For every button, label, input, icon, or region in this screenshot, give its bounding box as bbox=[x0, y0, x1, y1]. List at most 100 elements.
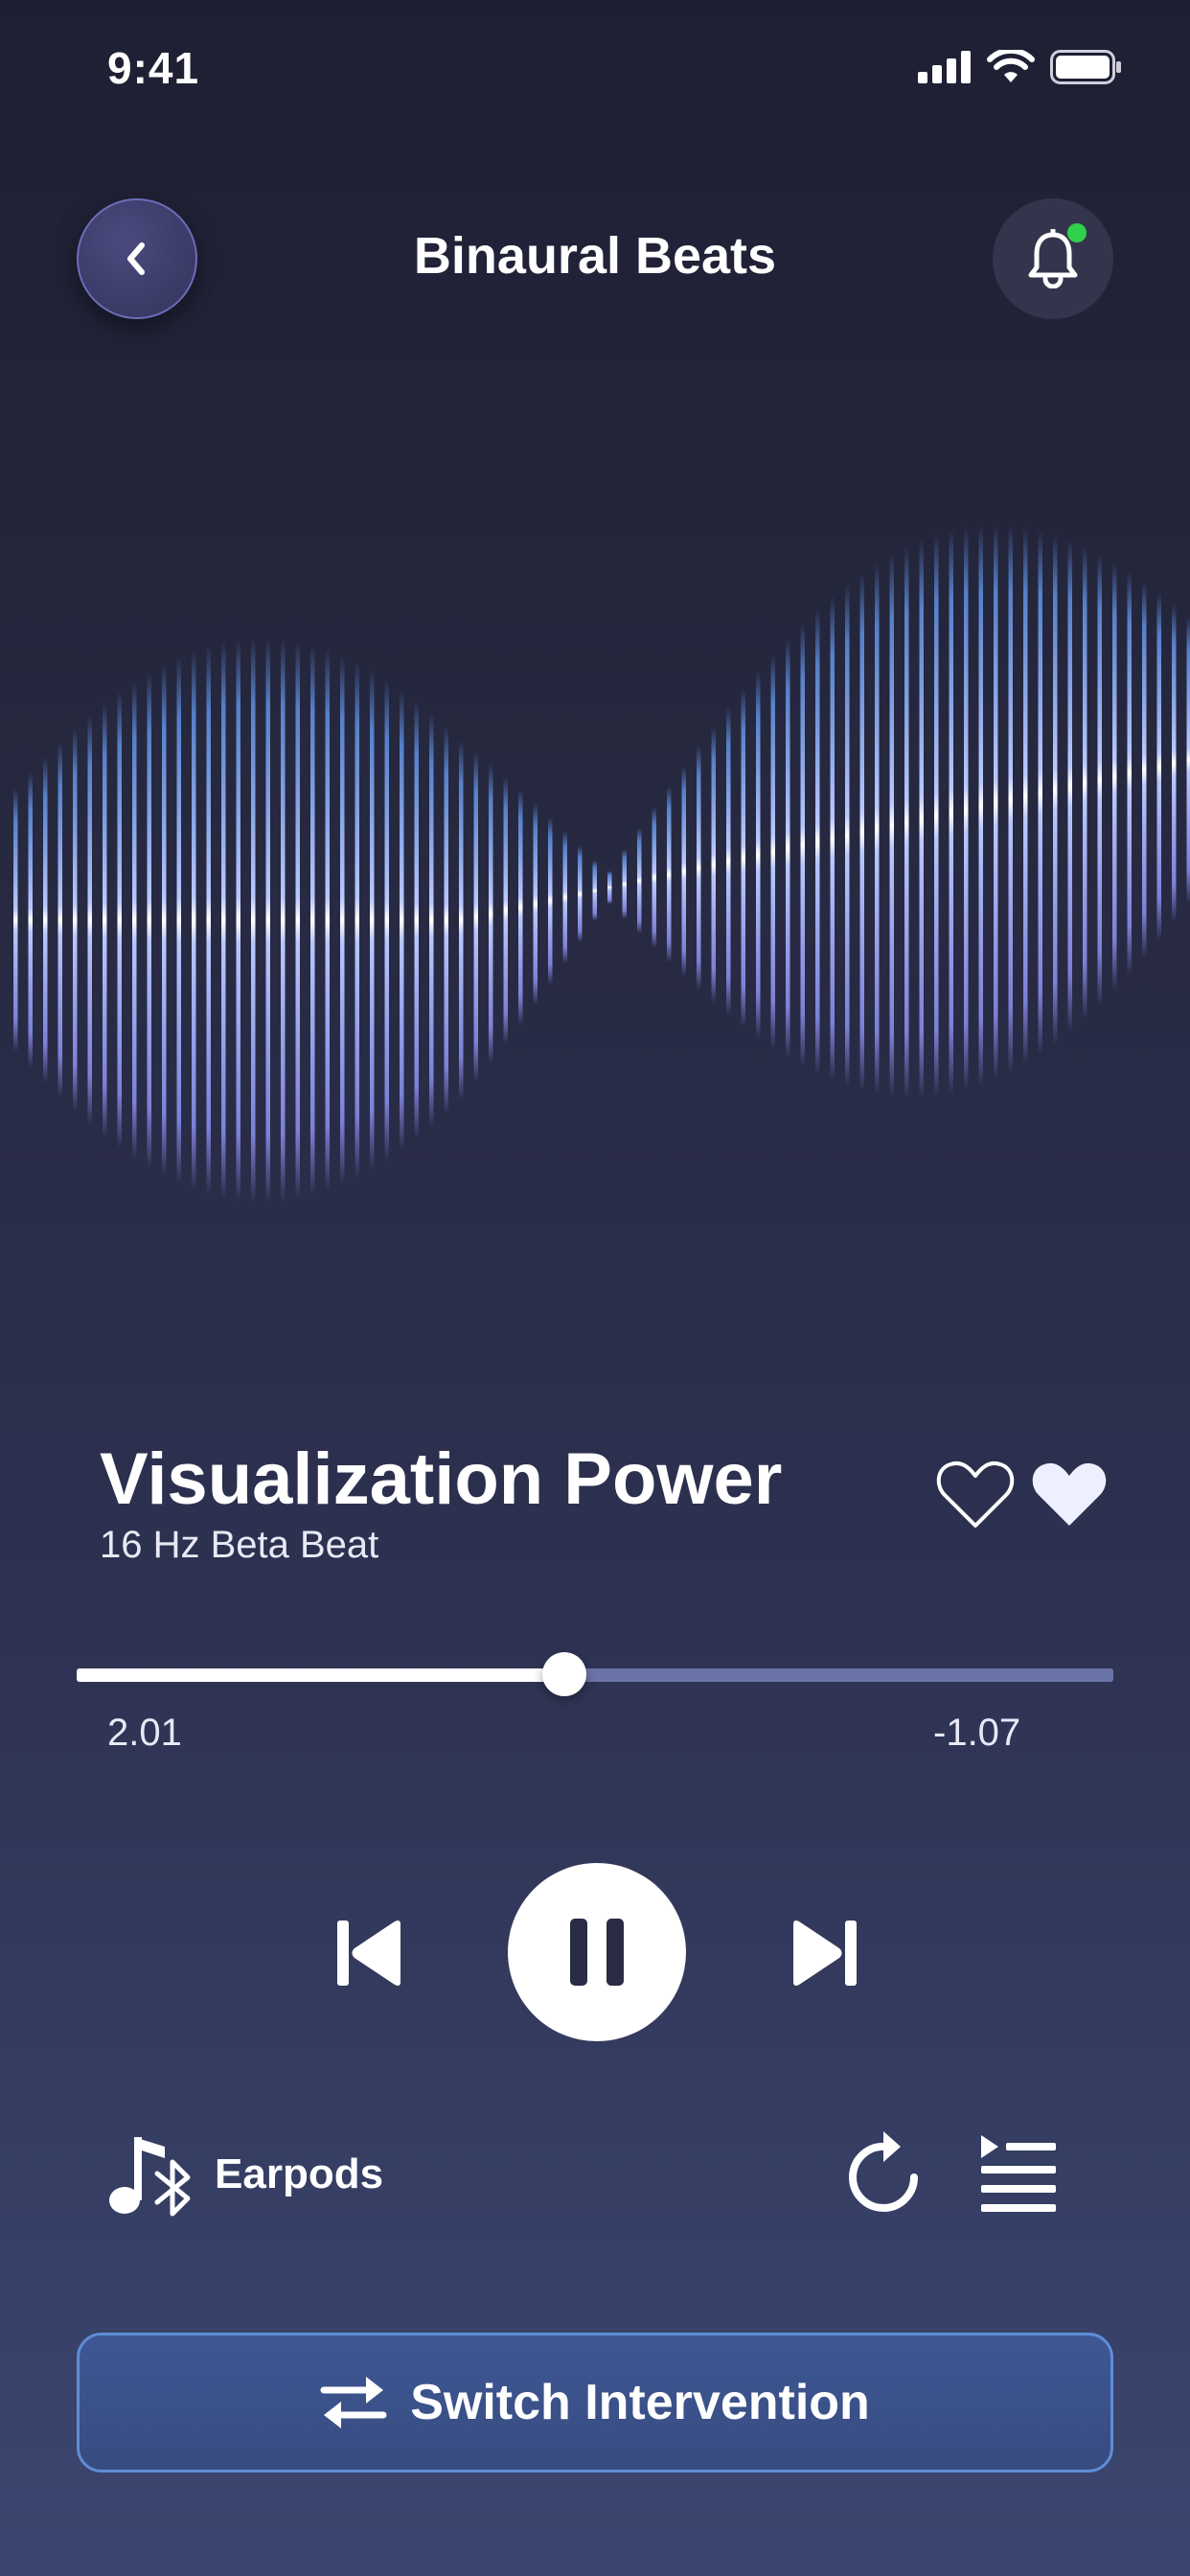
waveform-bar bbox=[592, 860, 597, 922]
pause-icon bbox=[570, 1919, 624, 1986]
time-remaining: -1.07 bbox=[933, 1712, 1021, 1754]
waveform-bar bbox=[904, 545, 909, 1099]
progress-slider[interactable] bbox=[77, 1652, 1113, 1696]
waveform-bar bbox=[73, 727, 78, 1113]
waveform-bar bbox=[786, 637, 790, 1059]
waveform-bar bbox=[162, 663, 167, 1177]
heart-outline-icon[interactable] bbox=[935, 1457, 1016, 1531]
waveform-bar bbox=[1083, 546, 1087, 1020]
waveform-bar bbox=[1023, 527, 1028, 1065]
waveform-bar bbox=[132, 680, 137, 1160]
waveform-bar bbox=[800, 623, 805, 1068]
music-bluetooth-icon[interactable] bbox=[105, 2128, 201, 2223]
notification-dot bbox=[1067, 223, 1087, 242]
waveform-bar bbox=[949, 529, 953, 1095]
waveform-bar bbox=[681, 766, 686, 977]
waveform-bar bbox=[1038, 530, 1042, 1055]
waveform-bar bbox=[384, 678, 389, 1162]
waveform-bar bbox=[815, 609, 820, 1075]
waveform-bar bbox=[192, 650, 196, 1190]
progress-fill bbox=[77, 1668, 564, 1682]
swap-arrows-icon bbox=[320, 2377, 387, 2428]
device-label[interactable]: Earpods bbox=[215, 2150, 383, 2198]
replay-icon[interactable] bbox=[845, 2129, 926, 2216]
waveform-bar bbox=[310, 644, 315, 1196]
track-title: Visualization Power bbox=[100, 1438, 783, 1520]
waveform-bar bbox=[875, 562, 880, 1095]
waveform-bar bbox=[622, 849, 627, 919]
waveform-bar bbox=[637, 828, 642, 934]
waveform-bar bbox=[206, 645, 211, 1195]
waveform-bar bbox=[1097, 553, 1102, 1006]
battery-icon bbox=[1050, 50, 1121, 84]
waveform-bar bbox=[117, 691, 122, 1149]
waveform-bar bbox=[43, 756, 48, 1084]
waveform-bar bbox=[28, 771, 33, 1069]
waveform-bar bbox=[756, 671, 761, 1039]
status-bar: 9:41 bbox=[0, 0, 1190, 134]
time-elapsed: 2.01 bbox=[107, 1712, 182, 1754]
waveform-bar bbox=[652, 807, 656, 949]
waveform-bar bbox=[459, 739, 464, 1101]
waveform-bar bbox=[1172, 604, 1177, 923]
skip-next-icon[interactable] bbox=[788, 1917, 860, 1990]
waveform-bar bbox=[964, 526, 969, 1092]
waveform-bar bbox=[13, 788, 18, 1052]
waveform-bar bbox=[1156, 592, 1161, 941]
waveform-bar bbox=[265, 637, 270, 1203]
switch-intervention-button[interactable]: Switch Intervention bbox=[77, 2333, 1113, 2472]
waveform-bar bbox=[370, 670, 375, 1170]
status-time: 9:41 bbox=[107, 43, 200, 93]
waveform-bar bbox=[859, 572, 864, 1092]
waveform-bar bbox=[400, 689, 404, 1151]
cellular-signal-icon bbox=[918, 51, 971, 83]
switch-intervention-label: Switch Intervention bbox=[410, 2375, 870, 2430]
waveform-bar bbox=[1053, 534, 1058, 1045]
waveform-bar bbox=[503, 775, 508, 1046]
waveform-visualization bbox=[13, 524, 1190, 1203]
waveform-bar bbox=[103, 702, 107, 1138]
waveform-bar bbox=[697, 746, 701, 991]
output-row: Earpods bbox=[0, 2118, 1190, 2233]
playlist-icon[interactable] bbox=[977, 2131, 1060, 2214]
waveform-bar bbox=[355, 661, 359, 1179]
waveform-bar bbox=[1186, 616, 1190, 905]
skip-previous-icon[interactable] bbox=[333, 1917, 406, 1990]
waveform-bar bbox=[281, 638, 286, 1202]
waveform-bar bbox=[1067, 540, 1072, 1033]
waveform-bar bbox=[741, 688, 745, 1028]
waveform-bar bbox=[518, 789, 523, 1025]
waveform-bar bbox=[444, 725, 448, 1115]
wifi-icon bbox=[987, 50, 1035, 82]
waveform-bar bbox=[994, 524, 998, 1081]
waveform-bar bbox=[1142, 581, 1147, 958]
waveform-bar bbox=[221, 641, 226, 1199]
notifications-button[interactable] bbox=[993, 198, 1113, 319]
waveform-bar bbox=[919, 539, 924, 1099]
waveform-bar bbox=[934, 533, 939, 1098]
waveform-bar bbox=[607, 870, 612, 905]
pause-button[interactable] bbox=[508, 1863, 686, 2041]
waveform-bar bbox=[562, 831, 567, 964]
waveform-bar bbox=[251, 637, 256, 1203]
waveform-bar bbox=[87, 715, 92, 1125]
waveform-bar bbox=[1127, 571, 1132, 976]
heart-filled-icon[interactable] bbox=[1029, 1457, 1110, 1531]
waveform-bar bbox=[533, 802, 538, 1005]
waveform-bar bbox=[340, 655, 345, 1185]
waveform-bar bbox=[889, 553, 894, 1098]
waveform-bar bbox=[236, 638, 240, 1202]
waveform-bar bbox=[295, 640, 300, 1200]
waveform-bar bbox=[325, 649, 330, 1191]
waveform-bar bbox=[830, 595, 835, 1082]
waveform-bar bbox=[770, 654, 775, 1049]
waveform-bar bbox=[1008, 525, 1013, 1073]
waveform-bar bbox=[57, 742, 62, 1098]
waveform-bar bbox=[414, 701, 419, 1139]
waveform-bar bbox=[489, 763, 493, 1065]
waveform-bar bbox=[667, 786, 672, 963]
progress-knob[interactable] bbox=[541, 1652, 586, 1696]
header: Binaural Beats bbox=[0, 192, 1190, 326]
status-icons bbox=[918, 50, 1123, 84]
waveform-bar bbox=[548, 816, 553, 985]
